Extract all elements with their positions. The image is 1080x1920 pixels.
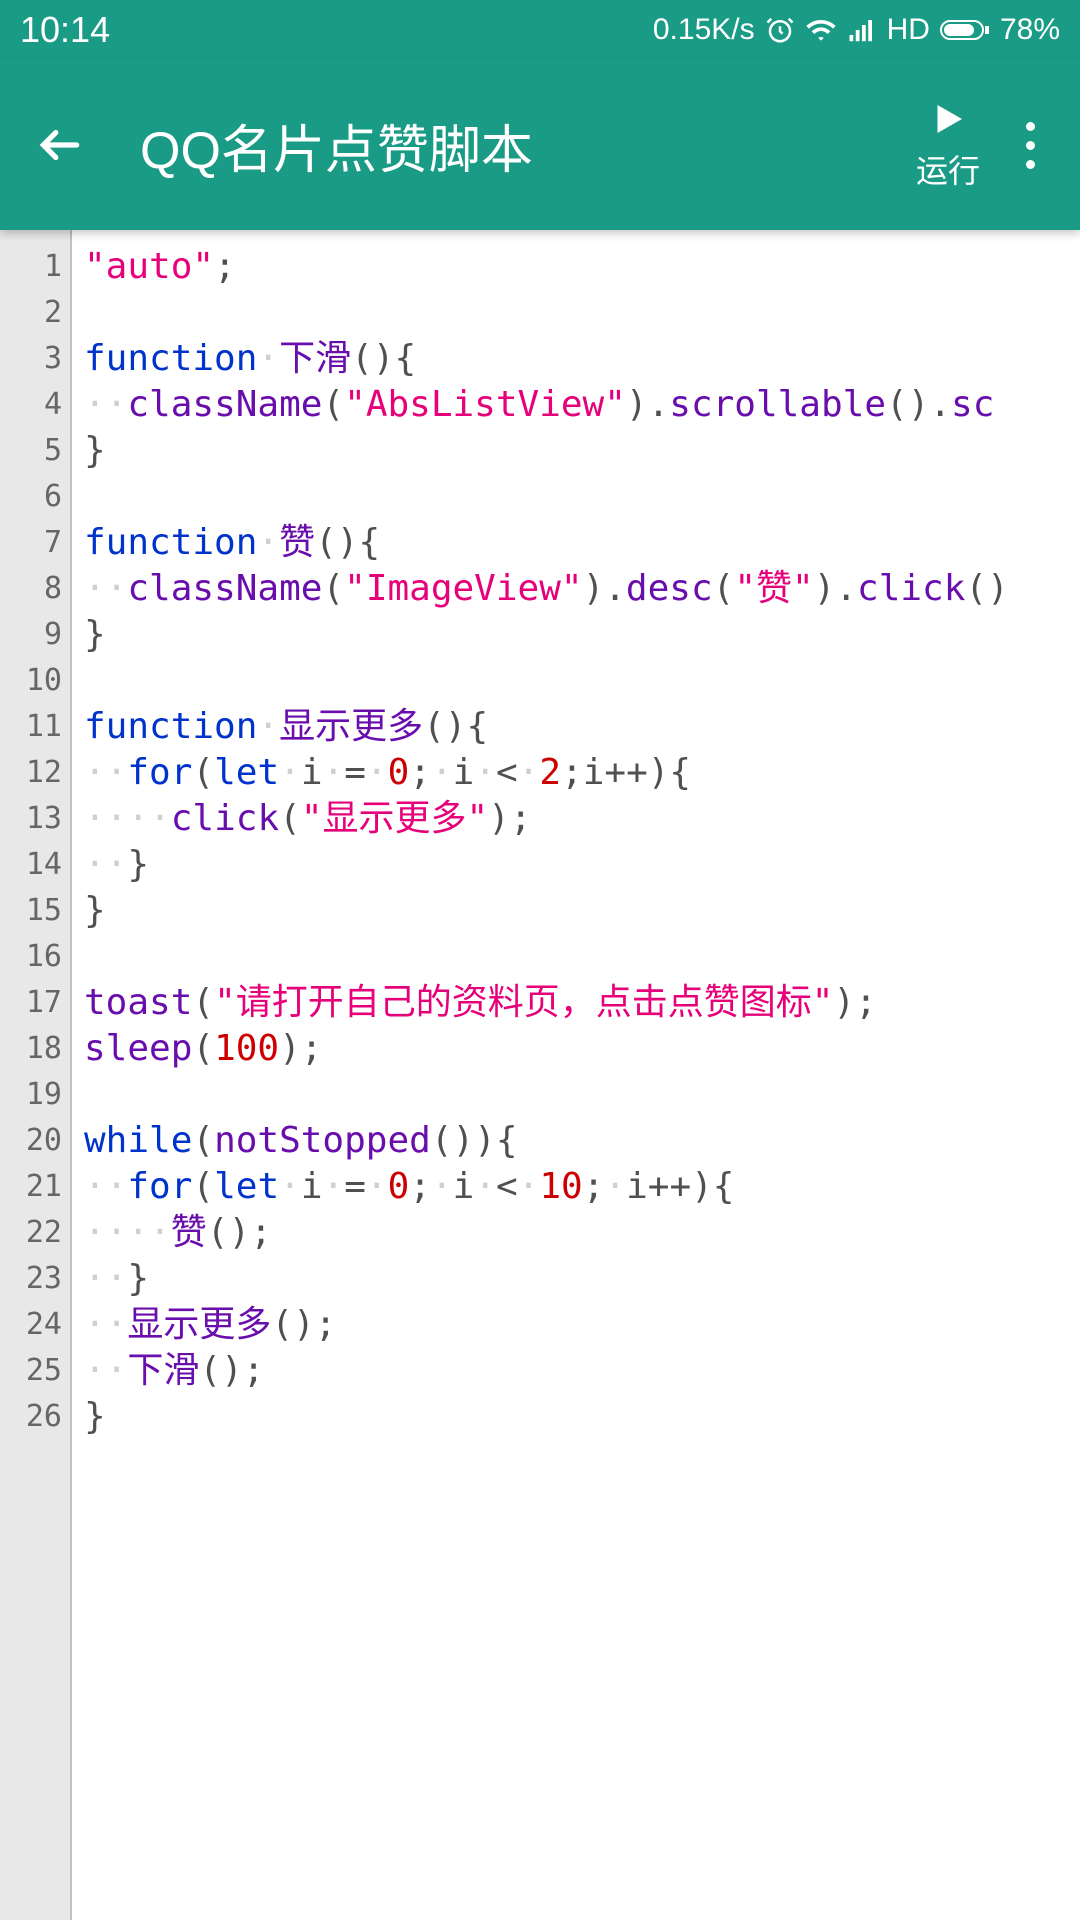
code-line[interactable]: }	[84, 428, 1068, 474]
line-number: 26	[0, 1394, 70, 1440]
code-line[interactable]: ··}	[84, 1256, 1068, 1302]
code-line[interactable]	[84, 474, 1068, 520]
code-editor[interactable]: 1234567891011121314151617181920212223242…	[0, 230, 1080, 1920]
code-line[interactable]: }	[84, 1394, 1068, 1440]
code-line[interactable]	[84, 1072, 1068, 1118]
line-number: 18	[0, 1026, 70, 1072]
line-number: 19	[0, 1072, 70, 1118]
line-number: 5	[0, 428, 70, 474]
line-number: 7	[0, 520, 70, 566]
status-bar: 10:14 0.15K/s HD 78%	[0, 0, 1080, 60]
code-line[interactable]: function·显示更多(){	[84, 704, 1068, 750]
status-right: 0.15K/s HD 78%	[653, 13, 1060, 47]
code-line[interactable]: ··className("ImageView").desc("赞").click…	[84, 566, 1068, 612]
more-icon	[1026, 122, 1035, 131]
line-number: 21	[0, 1164, 70, 1210]
line-number: 17	[0, 980, 70, 1026]
status-time: 10:14	[20, 9, 110, 51]
code-line[interactable]: ··显示更多();	[84, 1302, 1068, 1348]
code-line[interactable]: ··for(let·i·=·0;·i·<·10;·i++){	[84, 1164, 1068, 1210]
line-number: 25	[0, 1348, 70, 1394]
code-line[interactable]: ··}	[84, 842, 1068, 888]
line-number: 1	[0, 244, 70, 290]
code-line[interactable]: }	[84, 888, 1068, 934]
code-line[interactable]: sleep(100);	[84, 1026, 1068, 1072]
line-number: 11	[0, 704, 70, 750]
line-number-gutter: 1234567891011121314151617181920212223242…	[0, 230, 72, 1920]
more-menu-button[interactable]	[1000, 105, 1060, 185]
line-number: 2	[0, 290, 70, 336]
line-number: 3	[0, 336, 70, 382]
code-line[interactable]: ··下滑();	[84, 1348, 1068, 1394]
page-title: QQ名片点赞脚本	[140, 108, 916, 183]
line-number: 24	[0, 1302, 70, 1348]
code-line[interactable]	[84, 934, 1068, 980]
line-number: 4	[0, 382, 70, 428]
line-number: 13	[0, 796, 70, 842]
run-button[interactable]: 运行	[916, 98, 980, 192]
code-line[interactable]	[84, 658, 1068, 704]
line-number: 22	[0, 1210, 70, 1256]
code-line[interactable]	[84, 290, 1068, 336]
code-line[interactable]: function·下滑(){	[84, 336, 1068, 382]
code-line[interactable]: }	[84, 612, 1068, 658]
run-label: 运行	[916, 146, 980, 192]
alarm-icon	[765, 15, 795, 45]
code-line[interactable]: "auto";	[84, 244, 1068, 290]
battery-icon	[940, 18, 990, 42]
code-line[interactable]: while(notStopped()){	[84, 1118, 1068, 1164]
code-content[interactable]: "auto"; function·下滑(){··className("AbsLis…	[72, 230, 1080, 1920]
code-line[interactable]: ··className("AbsListView").scrollable().…	[84, 382, 1068, 428]
line-number: 20	[0, 1118, 70, 1164]
line-number: 16	[0, 934, 70, 980]
line-number: 10	[0, 658, 70, 704]
line-number: 12	[0, 750, 70, 796]
play-icon	[927, 98, 969, 140]
code-line[interactable]: function·赞(){	[84, 520, 1068, 566]
code-line[interactable]: ····赞();	[84, 1210, 1068, 1256]
code-line[interactable]: ····click("显示更多");	[84, 796, 1068, 842]
battery-percent: 78%	[1000, 13, 1060, 47]
code-line[interactable]: ··for(let·i·=·0;·i·<·2;i++){	[84, 750, 1068, 796]
line-number: 23	[0, 1256, 70, 1302]
line-number: 15	[0, 888, 70, 934]
wifi-icon	[805, 14, 837, 46]
line-number: 6	[0, 474, 70, 520]
line-number: 9	[0, 612, 70, 658]
network-speed: 0.15K/s	[653, 13, 755, 47]
signal-icon	[847, 15, 877, 45]
app-bar: QQ名片点赞脚本 运行	[0, 60, 1080, 230]
line-number: 14	[0, 842, 70, 888]
code-line[interactable]: toast("请打开自己的资料页，点击点赞图标");	[84, 980, 1068, 1026]
line-number: 8	[0, 566, 70, 612]
back-button[interactable]	[20, 105, 100, 185]
hd-indicator: HD	[887, 13, 930, 47]
